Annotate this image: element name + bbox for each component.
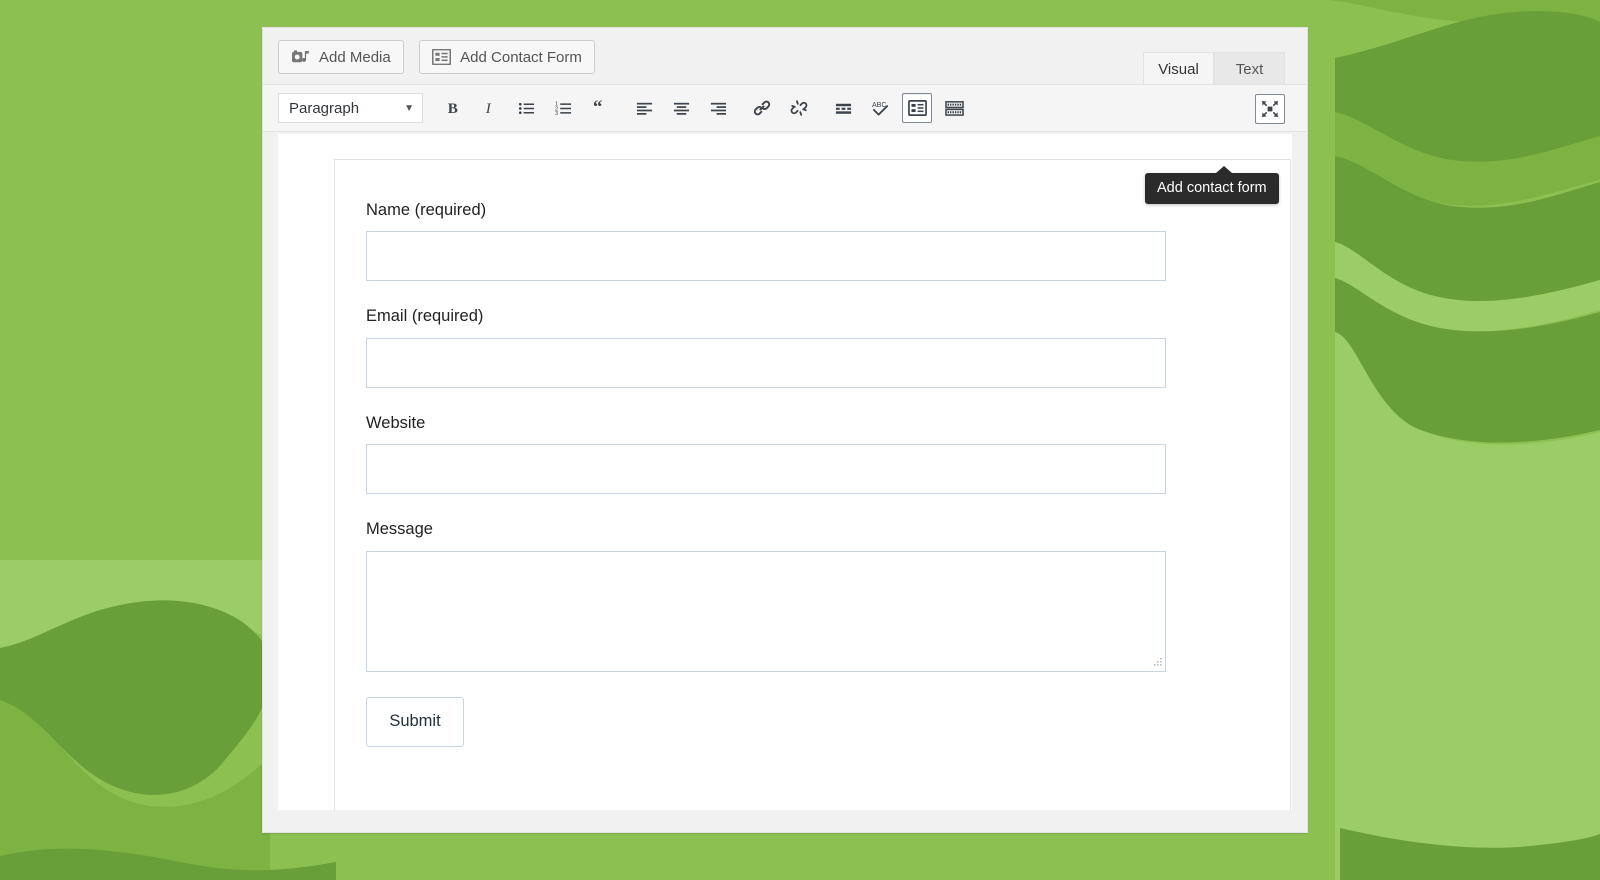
- email-input[interactable]: [366, 337, 1166, 388]
- post-editor-window: Add Media Add Contact Form Visual Text P…: [262, 27, 1308, 833]
- form-field-name: Name (required): [366, 200, 1290, 282]
- italic-button[interactable]: I: [474, 93, 504, 123]
- numbered-list-icon: 1 2 3: [555, 100, 572, 117]
- align-right-icon: [710, 100, 727, 117]
- message-textarea[interactable]: [366, 550, 1166, 672]
- blockquote-icon: “: [592, 100, 609, 117]
- tab-visual[interactable]: Visual: [1143, 52, 1214, 85]
- paragraph-style-value: Paragraph: [289, 99, 360, 117]
- tab-text[interactable]: Text: [1214, 52, 1285, 85]
- name-input[interactable]: [366, 231, 1166, 282]
- align-right-button[interactable]: [703, 93, 733, 123]
- form-field-website: Website: [366, 413, 1290, 495]
- add-media-button[interactable]: Add Media: [278, 40, 404, 74]
- tooltip-text: Add contact form: [1157, 180, 1267, 196]
- blockquote-button[interactable]: “: [585, 93, 615, 123]
- read-more-icon: [835, 100, 852, 117]
- unlink-icon: [790, 99, 808, 117]
- fullscreen-button[interactable]: [1255, 94, 1285, 124]
- read-more-button[interactable]: [828, 93, 858, 123]
- email-field-label: Email (required): [366, 307, 484, 326]
- paragraph-style-select[interactable]: Paragraph ▼: [278, 93, 423, 123]
- keyboard-icon: [944, 100, 964, 116]
- spellcheck-button[interactable]: ABC: [865, 93, 895, 123]
- remove-link-button[interactable]: [784, 93, 814, 123]
- italic-icon: I: [481, 100, 498, 117]
- contact-form-toolbar-button[interactable]: [902, 93, 932, 123]
- resize-handle[interactable]: [1152, 657, 1163, 669]
- contact-form-icon: [907, 100, 927, 116]
- editor-mode-tabs: Visual Text: [1143, 51, 1285, 85]
- tab-text-label: Text: [1235, 60, 1264, 78]
- svg-text:3: 3: [555, 111, 558, 117]
- align-center-button[interactable]: [666, 93, 696, 123]
- chevron-down-icon: ▼: [404, 102, 414, 114]
- align-left-button[interactable]: [629, 93, 659, 123]
- bold-button[interactable]: B: [437, 93, 467, 123]
- keyboard-shortcuts-button[interactable]: [939, 93, 969, 123]
- message-field-label: Message: [366, 520, 433, 539]
- tooltip: Add contact form: [1145, 166, 1279, 204]
- add-contact-form-label: Add Contact Form: [460, 48, 582, 66]
- fullscreen-icon: [1261, 100, 1279, 118]
- align-left-icon: [636, 100, 653, 117]
- media-buttons-bar: Add Media Add Contact Form Visual Text: [263, 28, 1307, 85]
- form-field-message: Message: [366, 519, 1290, 672]
- link-icon: [753, 99, 771, 117]
- add-contact-form-button[interactable]: Add Contact Form: [419, 40, 595, 74]
- svg-text:I: I: [484, 101, 491, 117]
- bulleted-list-icon: [518, 100, 535, 117]
- bold-icon: B: [444, 100, 461, 117]
- form-field-email: Email (required): [366, 306, 1290, 388]
- tab-visual-label: Visual: [1158, 60, 1199, 78]
- add-media-label: Add Media: [319, 48, 391, 66]
- bulleted-list-button[interactable]: [511, 93, 541, 123]
- contact-form-icon: [432, 49, 452, 65]
- align-center-icon: [673, 100, 690, 117]
- svg-text:B: B: [447, 101, 457, 117]
- website-input[interactable]: [366, 444, 1166, 495]
- submit-button-label: Submit: [389, 712, 441, 731]
- contact-form-block: Name (required) Email (required) Website…: [334, 159, 1291, 810]
- svg-text:“: “: [592, 100, 601, 117]
- editor-content-area[interactable]: Name (required) Email (required) Website…: [278, 134, 1292, 810]
- submit-button[interactable]: Submit: [366, 696, 464, 747]
- insert-link-button[interactable]: [747, 93, 777, 123]
- website-field-label: Website: [366, 413, 426, 432]
- spellcheck-icon: ABC: [871, 99, 890, 117]
- numbered-list-button[interactable]: 1 2 3: [548, 93, 578, 123]
- formatting-toolbar: Paragraph ▼ B I 1 2 3 “ ABC: [263, 84, 1307, 132]
- add-media-icon: [291, 49, 310, 66]
